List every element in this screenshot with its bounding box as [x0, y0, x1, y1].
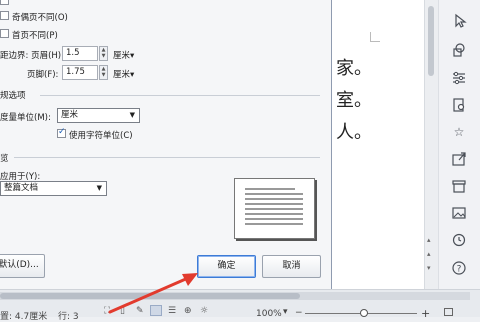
odd-even-label: 奇偶页不同(O) [12, 13, 68, 23]
horizontal-scrollbar[interactable] [0, 292, 470, 300]
scroll-up-icon[interactable]: ▴ [427, 236, 431, 244]
zoom-out-button[interactable]: − [295, 308, 303, 318]
share-icon[interactable] [451, 151, 467, 167]
image-icon[interactable] [451, 205, 467, 221]
footer-spin-buttons[interactable]: ▲ ▼ [99, 65, 108, 80]
apply-to-value: 整篇文档 [4, 183, 39, 193]
vertical-scrollbar[interactable]: ▴ ▴ ▾ [424, 0, 439, 289]
header-spin-buttons[interactable]: ▲ ▼ [99, 46, 108, 61]
svg-text:?: ? [457, 265, 462, 275]
footer-distance-label: 页脚(F): [27, 70, 59, 80]
margin-corner-mark [370, 32, 380, 42]
measure-unit-label: 度量单位(M): [0, 113, 51, 123]
fit-window-icon[interactable] [444, 308, 453, 316]
chevron-down-icon: ▼ [96, 184, 102, 192]
footer-unit-dropdown[interactable]: 厘米▾ [113, 68, 134, 80]
scrollbar-thumb[interactable] [428, 6, 434, 76]
apply-to-select[interactable]: 整篇文档 ▼ [0, 181, 107, 196]
preview-lines [245, 188, 303, 225]
measure-unit-value: 厘米 [61, 110, 79, 120]
odd-even-checkbox[interactable] [0, 11, 9, 20]
star-icon[interactable]: ☆ [451, 124, 467, 140]
header-unit-dropdown[interactable]: 厘米▾ [113, 49, 134, 61]
cursor-select-icon[interactable] [451, 13, 467, 29]
group-divider [40, 95, 320, 96]
cancel-button[interactable]: 取消 [262, 255, 321, 278]
first-page-label: 首页不同(P) [12, 31, 58, 41]
page-up-icon[interactable]: ▴ [427, 250, 431, 258]
doc-text-line: 人。 [336, 122, 372, 143]
page-preview [234, 178, 315, 239]
footer-distance-input[interactable]: 1.75 [62, 65, 98, 80]
help-icon[interactable]: ? [451, 260, 467, 276]
document-search-icon[interactable] [451, 97, 467, 113]
preview-heading: 览 [0, 154, 9, 164]
doc-text-line: 室。 [336, 90, 372, 111]
chevron-down-icon: ▼ [129, 111, 135, 119]
page-down-icon[interactable]: ▾ [427, 264, 431, 272]
zoom-in-button[interactable]: + [421, 307, 430, 320]
header-distance-input[interactable]: 1.5 [62, 46, 98, 61]
shapes-icon[interactable] [451, 42, 467, 58]
default-button[interactable]: 默认(D)... [0, 254, 45, 278]
header-distance-label: 距边界: 页眉(H): [0, 51, 64, 61]
document-canvas[interactable]: 家。 室。 人。 [332, 0, 424, 289]
char-unit-label: 使用字符单位(C) [69, 131, 133, 141]
history-icon[interactable] [451, 232, 467, 248]
general-options-heading: 规选项 [0, 91, 26, 101]
zoom-level[interactable]: 100% [256, 309, 282, 319]
measure-unit-select[interactable]: 厘米 ▼ [57, 108, 140, 123]
adjust-sliders-icon[interactable] [451, 70, 467, 86]
archive-box-icon[interactable] [451, 178, 467, 194]
annotation-arrow [108, 273, 198, 314]
page-setup-dialog: 奇偶页不同(O) 首页不同(P) 距边界: 页眉(H): 1.5 ▲ ▼ 厘米▾ … [0, 0, 332, 290]
first-page-checkbox[interactable] [0, 29, 9, 38]
right-sidebar: ☆ ? [438, 0, 480, 289]
cropped-checkbox[interactable] [0, 0, 9, 5]
char-unit-checkbox[interactable] [57, 127, 66, 138]
doc-text-line: 家。 [336, 58, 372, 79]
group-divider [14, 157, 320, 158]
